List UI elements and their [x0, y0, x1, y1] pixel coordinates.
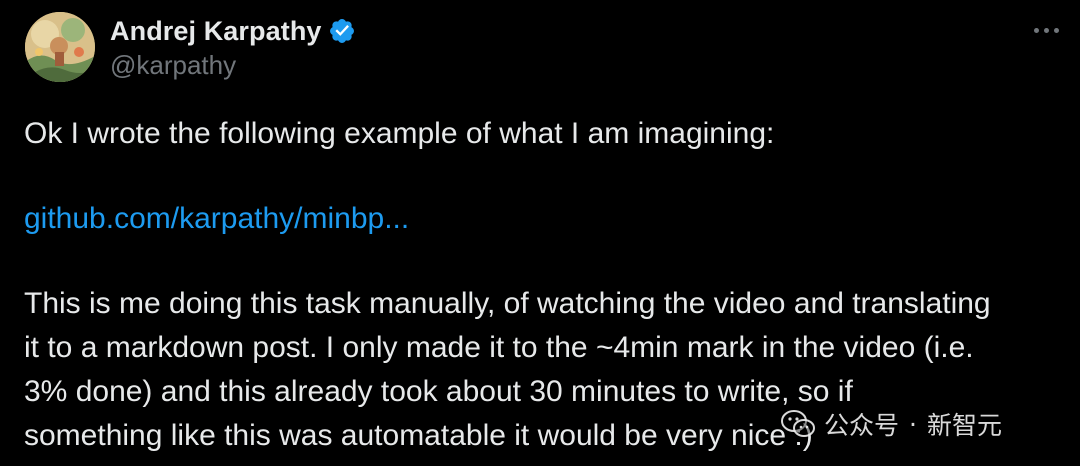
- author-display-name[interactable]: Andrej Karpathy: [110, 16, 322, 47]
- wechat-icon: [781, 410, 815, 437]
- tweet-link[interactable]: github.com/karpathy/minbp...: [24, 197, 1074, 241]
- tweet-card: Andrej Karpathy @karpathy Ok I wrote the…: [0, 0, 1080, 466]
- tweet-line: it to a markdown post. I only made it to…: [24, 331, 974, 364]
- author-handle[interactable]: @karpathy: [110, 50, 236, 81]
- more-dot-icon: [1043, 27, 1049, 33]
- avatar-illustration: [25, 12, 95, 82]
- avatar[interactable]: [25, 12, 95, 82]
- tweet-line: Ok I wrote the following example of what…: [24, 117, 775, 150]
- tweet-line: This is me doing this task manually, of …: [24, 287, 991, 320]
- author-name-row[interactable]: Andrej Karpathy: [110, 13, 356, 49]
- watermark-brand: 新智元: [926, 411, 1002, 440]
- more-options-button[interactable]: [1026, 18, 1066, 42]
- more-dot-icon: [1053, 27, 1059, 33]
- watermark: 公众号 · 新智元: [780, 404, 1002, 444]
- more-dot-icon: [1033, 27, 1039, 33]
- verified-badge-icon: [329, 19, 354, 43]
- watermark-separator: ·: [909, 409, 917, 439]
- watermark-label: 公众号: [824, 411, 900, 440]
